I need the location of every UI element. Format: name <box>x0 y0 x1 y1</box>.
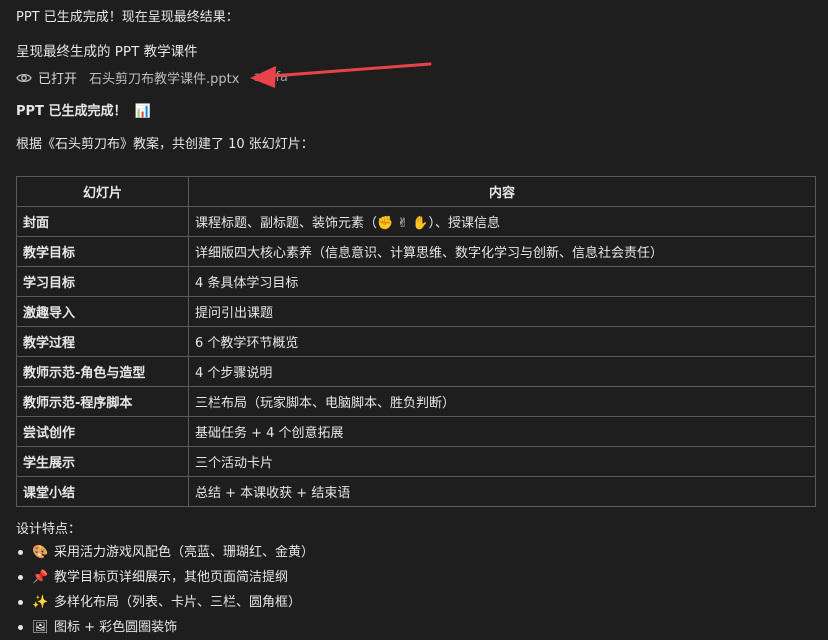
header-content: 内容 <box>188 176 816 207</box>
header-slide: 幻灯片 <box>16 176 189 207</box>
slide-name: 学生展示 <box>16 446 189 477</box>
slide-name: 教师示范-角色与造型 <box>16 356 189 387</box>
sparkles-icon: ✨ <box>32 595 49 610</box>
slide-content: 4 条具体学习目标 <box>188 266 816 297</box>
table-row: 学生展示 三个活动卡片 <box>16 446 816 477</box>
slide-content: 三个活动卡片 <box>188 446 816 477</box>
design-features-list: 🎨 采用活力游戏风配色（亮蓝、珊瑚红、金黄） 📌 教学目标页详细展示，其他页面简洁提… <box>16 540 314 640</box>
done-text: PPT 已生成完成！ <box>16 104 127 119</box>
design-features-title: 设计特点： <box>16 522 82 537</box>
table-row: 教师示范-角色与造型 4 个步骤说明 <box>16 356 816 387</box>
eye-icon <box>16 73 32 82</box>
feature-text: 多样化布局（列表、卡片、三栏、圆角框） <box>54 595 302 610</box>
list-item: 📌 教学目标页详细展示，其他页面简洁提纲 <box>16 565 314 590</box>
slide-name: 尝试创作 <box>16 416 189 447</box>
feature-text: 图标 + 彩色圆圈装饰 <box>54 620 178 635</box>
table-row: 尝试创作 基础任务 + 4 个创意拓展 <box>16 416 816 447</box>
feature-text: 采用活力游戏风配色（亮蓝、珊瑚红、金黄） <box>54 545 315 560</box>
slide-content: 详细版四大核心素养（信息意识、计算思维、数字化学习与创新、信息社会责任） <box>188 236 816 267</box>
palette-icon: 🎨 <box>32 545 49 560</box>
slide-name: 教学过程 <box>16 326 189 357</box>
done-heading: PPT 已生成完成！ 📊 <box>16 100 151 119</box>
table-row: 封面 课程标题、副标题、装饰元素（✊ ✌ ✋）、授课信息 <box>16 206 816 237</box>
pushpin-icon: 📌 <box>32 570 49 585</box>
section-subtitle: 呈现最终生成的 PPT 教学课件 <box>16 44 198 60</box>
summary-text: 根据《石头剪刀布》教案，共创建了 10 张幻灯片： <box>16 137 314 152</box>
slide-content: 基础任务 + 4 个创意拓展 <box>188 416 816 447</box>
slide-content: 6 个教学环节概览 <box>188 326 816 357</box>
slide-content: 4 个步骤说明 <box>188 356 816 387</box>
table-row: 教学目标 详细版四大核心素养（信息意识、计算思维、数字化学习与创新、信息社会责任） <box>16 236 816 267</box>
list-item: 🎨 采用活力游戏风配色（亮蓝、珊瑚红、金黄） <box>16 540 314 565</box>
chart-icon: 📊 <box>134 104 151 119</box>
feature-text: 教学目标页详细展示，其他页面简洁提纲 <box>54 570 289 585</box>
list-item: 🖼 图标 + 彩色圆圈装饰 <box>16 615 314 640</box>
slide-content: 课程标题、副标题、装饰元素（✊ ✌ ✋）、授课信息 <box>188 206 816 237</box>
slide-name: 激趣导入 <box>16 296 189 327</box>
artifact-filename[interactable]: 石头剪刀布教学课件.pptx <box>89 68 239 87</box>
table-row: 课堂小结 总结 + 本课收获 + 结束语 <box>16 476 816 507</box>
picture-icon: 🖼 <box>32 620 49 635</box>
slide-content: 提问引出课题 <box>188 296 816 327</box>
table-row: 教学过程 6 个教学环节概览 <box>16 326 816 357</box>
slide-content: 总结 + 本课收获 + 结束语 <box>188 476 816 507</box>
table-header-row: 幻灯片 内容 <box>16 176 816 207</box>
opened-label: 已打开 <box>38 72 78 87</box>
table-row: 激趣导入 提问引出课题 <box>16 296 816 327</box>
slide-content: 三栏布局（玩家脚本、电脑脚本、胜负判断） <box>188 386 816 417</box>
intro-text: PPT 已生成完成！现在呈现最终结果： <box>16 10 239 25</box>
table-row: 学习目标 4 条具体学习目标 <box>16 266 816 297</box>
slide-name: 封面 <box>16 206 189 237</box>
table-row: 教师示范-程序脚本 三栏布局（玩家脚本、电脑脚本、胜负判断） <box>16 386 816 417</box>
slide-name: 课堂小结 <box>16 476 189 507</box>
slide-name: 教师示范-程序脚本 <box>16 386 189 417</box>
slides-table: 幻灯片 内容 封面 课程标题、副标题、装饰元素（✊ ✌ ✋）、授课信息 教学目标详… <box>16 176 816 507</box>
list-item: ✨ 多样化布局（列表、卡片、三栏、圆角框） <box>16 590 314 615</box>
slide-name: 学习目标 <box>16 266 189 297</box>
opened-artifact-row[interactable]: 已打开 石头剪刀布教学课件.pptx artifa <box>16 68 288 87</box>
artifact-tag: artifa <box>253 70 289 85</box>
slide-name: 教学目标 <box>16 236 189 267</box>
